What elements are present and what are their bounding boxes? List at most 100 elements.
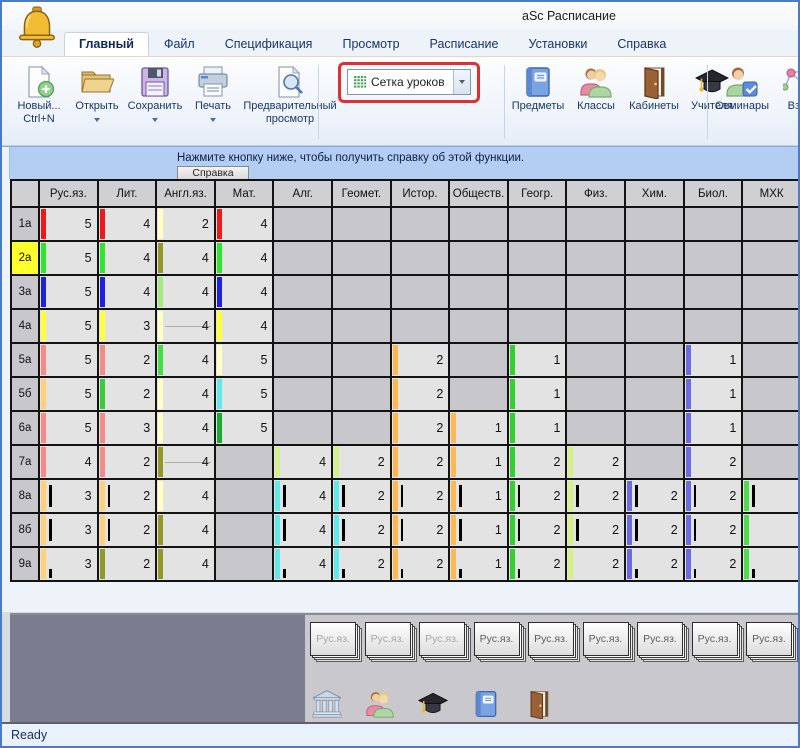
grid-cell[interactable] <box>332 309 391 343</box>
grid-cell[interactable]: 4 <box>156 445 215 479</box>
grid-cell[interactable] <box>742 547 798 581</box>
grid-cell[interactable] <box>332 207 391 241</box>
grid-cell[interactable]: 4 <box>273 547 332 581</box>
grid-cell[interactable]: 1 <box>508 377 567 411</box>
grid-cell[interactable] <box>332 343 391 377</box>
menu-tab[interactable]: Файл <box>149 32 210 56</box>
grid-cell[interactable]: 2 <box>391 377 450 411</box>
grid-cell[interactable]: 4 <box>156 377 215 411</box>
grid-cell[interactable] <box>742 411 798 445</box>
grid-cell[interactable]: 2 <box>98 377 157 411</box>
row-label[interactable]: 8б <box>11 513 39 547</box>
grid-cell[interactable]: 4 <box>156 513 215 547</box>
column-header[interactable]: Биол. <box>684 180 743 207</box>
grid-cell[interactable]: 4 <box>273 513 332 547</box>
grid-cell[interactable]: 4 <box>39 445 98 479</box>
lesson-card[interactable]: Рус.яз. <box>692 622 738 656</box>
grid-cell[interactable]: 4 <box>215 275 274 309</box>
grid-cell[interactable]: 2 <box>98 479 157 513</box>
grid-cell[interactable]: 5 <box>39 411 98 445</box>
grid-cell[interactable] <box>508 275 567 309</box>
grid-cell[interactable]: 4 <box>215 207 274 241</box>
grid-cell[interactable] <box>742 513 798 547</box>
grid-cell[interactable]: 1 <box>508 411 567 445</box>
grid-cell[interactable] <box>215 479 274 513</box>
subjects-book-icon[interactable] <box>471 689 501 719</box>
grid-cell[interactable]: 2 <box>508 445 567 479</box>
menu-tab[interactable]: Просмотр <box>327 32 414 56</box>
grid-cell[interactable] <box>508 207 567 241</box>
grid-cell[interactable]: 2 <box>98 343 157 377</box>
grid-cell[interactable]: 5 <box>215 377 274 411</box>
asc-bell-logo-icon[interactable] <box>16 6 58 52</box>
grid-cell[interactable]: 2 <box>684 513 743 547</box>
grid-cell[interactable] <box>273 377 332 411</box>
grid-cell[interactable]: 4 <box>156 547 215 581</box>
school-building-icon[interactable] <box>312 689 342 719</box>
grid-cell[interactable]: 2 <box>566 445 625 479</box>
grid-cell[interactable]: 2 <box>332 479 391 513</box>
column-header[interactable]: МХК <box>742 180 798 207</box>
grid-cell[interactable] <box>684 241 743 275</box>
grid-cell[interactable] <box>742 309 798 343</box>
grid-cell[interactable]: 4 <box>98 207 157 241</box>
ribbon-button[interactable]: Предварительный просмотр <box>242 63 338 128</box>
grid-cell[interactable]: 2 <box>625 513 684 547</box>
grid-cell[interactable] <box>566 275 625 309</box>
row-label[interactable]: 5а <box>11 343 39 377</box>
grid-cell[interactable]: 2 <box>508 513 567 547</box>
grid-cell[interactable] <box>742 445 798 479</box>
lesson-card[interactable]: Рус.яз. <box>365 622 411 656</box>
grid-cell[interactable]: 2 <box>332 547 391 581</box>
grid-cell[interactable]: 2 <box>684 445 743 479</box>
grid-cell[interactable]: 3 <box>39 513 98 547</box>
row-label[interactable]: 8а <box>11 479 39 513</box>
grid-cell[interactable] <box>273 411 332 445</box>
rooms-door-icon[interactable] <box>524 689 554 719</box>
grid-cell[interactable] <box>215 513 274 547</box>
grid-cell[interactable]: 4 <box>215 309 274 343</box>
grid-cell[interactable]: 5 <box>39 343 98 377</box>
grid-cell[interactable] <box>391 309 450 343</box>
grid-cell[interactable] <box>566 377 625 411</box>
grid-cell[interactable] <box>742 241 798 275</box>
grid-cell[interactable] <box>742 207 798 241</box>
grid-cell[interactable]: 2 <box>391 411 450 445</box>
grid-cell[interactable] <box>332 241 391 275</box>
grid-cell[interactable] <box>566 411 625 445</box>
menu-tab[interactable]: Справка <box>602 32 681 56</box>
grid-cell[interactable]: 2 <box>98 445 157 479</box>
grid-cell[interactable]: 2 <box>566 513 625 547</box>
row-label[interactable]: 2а <box>11 241 39 275</box>
row-label[interactable]: 6а <box>11 411 39 445</box>
grid-cell[interactable]: 2 <box>566 547 625 581</box>
grid-cell[interactable]: 4 <box>156 241 215 275</box>
teachers-cap-icon[interactable] <box>418 689 448 719</box>
grid-cell[interactable] <box>449 309 508 343</box>
ribbon-button[interactable]: Сохранить <box>126 63 184 128</box>
column-header[interactable]: Геомет. <box>332 180 391 207</box>
grid-cell[interactable] <box>625 207 684 241</box>
grid-cell[interactable]: 4 <box>273 445 332 479</box>
grid-cell[interactable]: 2 <box>391 513 450 547</box>
grid-cell[interactable] <box>449 275 508 309</box>
grid-cell[interactable]: 2 <box>566 479 625 513</box>
grid-cell[interactable] <box>566 309 625 343</box>
grid-cell[interactable]: 2 <box>332 513 391 547</box>
grid-cell[interactable]: 2 <box>391 479 450 513</box>
grid-cell[interactable] <box>684 207 743 241</box>
grid-cell[interactable]: 2 <box>684 547 743 581</box>
menu-tab[interactable]: Главный <box>64 32 149 56</box>
ribbon-button[interactable]: Классы <box>567 63 625 115</box>
grid-cell[interactable] <box>742 275 798 309</box>
grid-cell[interactable] <box>332 275 391 309</box>
grid-cell[interactable] <box>273 241 332 275</box>
grid-cell[interactable]: 2 <box>98 513 157 547</box>
grid-cell[interactable] <box>215 547 274 581</box>
grid-cell[interactable] <box>449 343 508 377</box>
menu-tab[interactable]: Спецификация <box>210 32 328 56</box>
grid-cell[interactable] <box>742 479 798 513</box>
ribbon-button[interactable]: Семинары <box>713 63 771 115</box>
column-header[interactable]: Лит. <box>98 180 157 207</box>
grid-cell[interactable]: 2 <box>684 479 743 513</box>
